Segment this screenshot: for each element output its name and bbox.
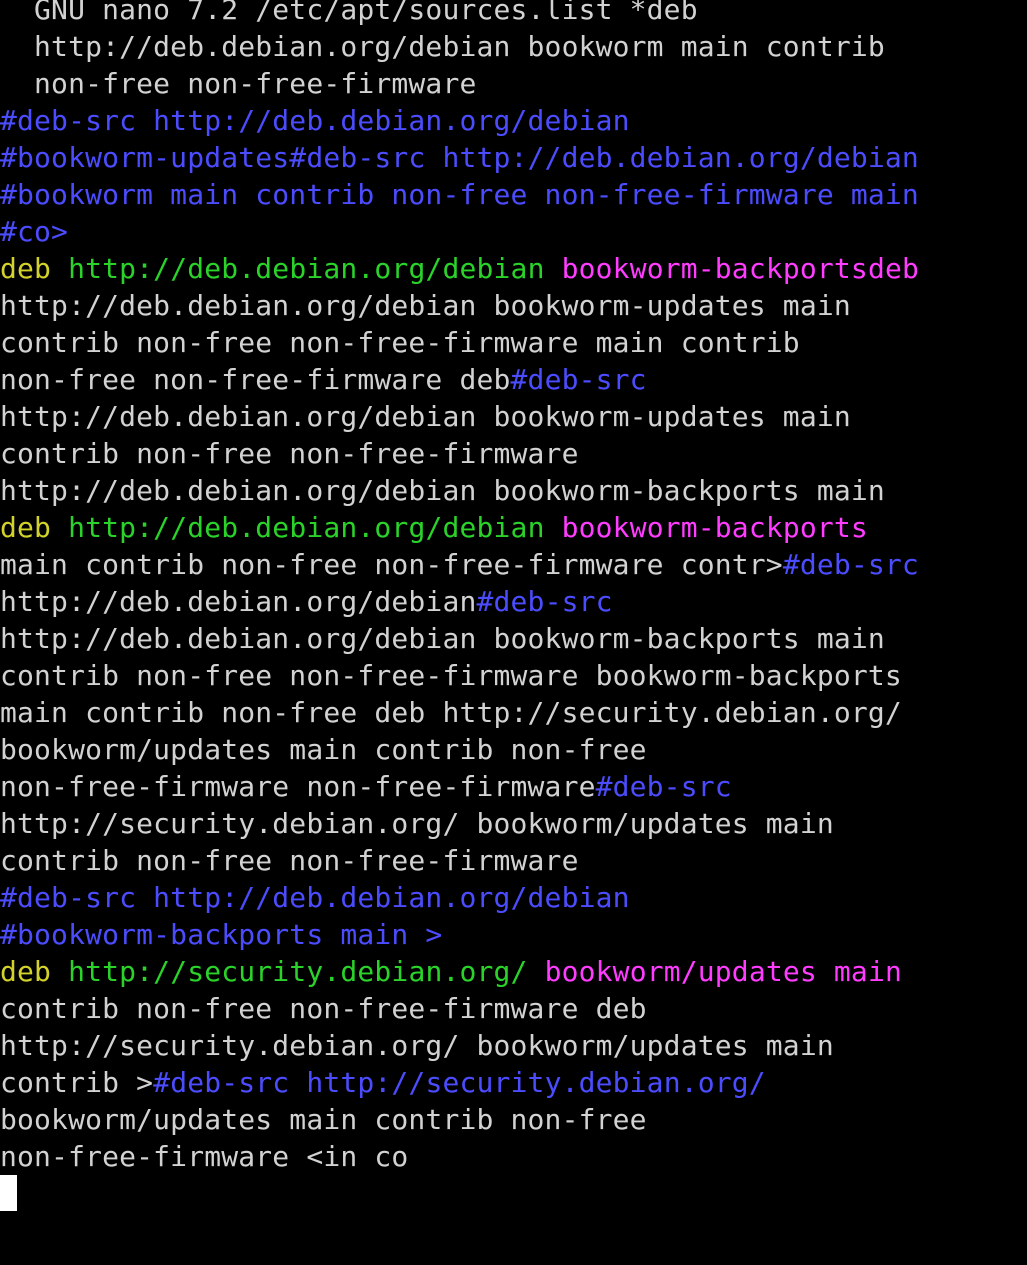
title-line[interactable]: GNU nano 7.2 /etc/apt/sources.list *deb [0, 0, 1027, 28]
line-segment-text: http://security.debian.org/ bookworm/upd… [0, 807, 834, 840]
line-segment-comment: #deb-src http://deb.debian.org/debian [0, 104, 630, 137]
editor-line[interactable]: http://deb.debian.org/debian#deb-src [0, 583, 1027, 620]
line-segment-text [51, 511, 68, 544]
line-segment-comment: #deb-src http://security.debian.org/ [153, 1066, 766, 1099]
editor-lines[interactable]: GNU nano 7.2 /etc/apt/sources.list *deb … [0, 0, 1027, 1175]
line-segment-text [51, 252, 68, 285]
line-segment-text: non-free-firmware <in co [0, 1140, 409, 1173]
line-segment-text [545, 252, 562, 285]
line-segment-comment: #bookworm-updates#deb-src http://deb.deb… [0, 141, 919, 174]
text-cursor [0, 1175, 17, 1211]
line-segment-text: non-free non-free-firmware deb [0, 363, 511, 396]
line-segment-suite: bookworm-backportsdeb [561, 252, 919, 285]
line-segment-text: bookworm/updates main contrib non-free [0, 733, 647, 766]
line-segment-suite: bookworm-backports [561, 511, 868, 544]
line-segment-comment: #deb-src [476, 585, 613, 618]
line-segment-comment: #deb-src [782, 548, 919, 581]
editor-line[interactable]: contrib >#deb-src http://security.debian… [0, 1064, 1027, 1101]
editor-line[interactable]: contrib non-free non-free-firmware [0, 435, 1027, 472]
line-segment-text: bookworm/updates main contrib non-free [0, 1103, 647, 1136]
line-segment-text [51, 955, 68, 988]
line-segment-text: GNU nano 7.2 /etc/apt/sources.list *deb [0, 0, 698, 26]
line-segment-text: main contrib non-free non-free-firmware … [0, 548, 783, 581]
editor-line[interactable]: http://deb.debian.org/debian bookworm-up… [0, 287, 1027, 324]
line-segment-comment: #bookworm main contrib non-free non-free… [0, 178, 919, 211]
line-segment-text: non-free non-free-firmware [0, 67, 477, 100]
editor-line[interactable]: #bookworm-updates#deb-src http://deb.deb… [0, 139, 1027, 176]
editor-line[interactable]: #deb-src http://deb.debian.org/debian [0, 102, 1027, 139]
line-segment-text: http://deb.debian.org/debian bookworm-up… [0, 289, 851, 322]
line-segment-keyword_deb: deb [0, 511, 52, 544]
editor-line[interactable]: contrib non-free non-free-firmware main … [0, 324, 1027, 361]
line-segment-comment: #co> [0, 215, 69, 248]
editor-line[interactable]: non-free non-free-firmware deb#deb-src [0, 361, 1027, 398]
line-segment-text: http://security.debian.org/ bookworm/upd… [0, 1029, 834, 1062]
line-segment-comment: #bookworm-backports main > [0, 918, 443, 951]
line-segment-text [545, 511, 562, 544]
line-segment-url: http://deb.debian.org/debian [68, 252, 545, 285]
editor-line[interactable]: contrib non-free non-free-firmware deb [0, 990, 1027, 1027]
line-segment-text: contrib non-free non-free-firmware main … [0, 326, 800, 359]
line-segment-text: contrib non-free non-free-firmware [0, 437, 579, 470]
editor-line[interactable]: deb http://security.debian.org/ bookworm… [0, 953, 1027, 990]
editor-line[interactable]: http://deb.debian.org/debian bookworm ma… [0, 28, 1027, 65]
editor-line[interactable]: deb http://deb.debian.org/debian bookwor… [0, 250, 1027, 287]
line-segment-text: contrib non-free non-free-firmware deb [0, 992, 647, 1025]
line-segment-url: http://security.debian.org/ [68, 955, 528, 988]
line-segment-url: http://deb.debian.org/debian [68, 511, 545, 544]
line-segment-text: http://deb.debian.org/debian bookworm-up… [0, 400, 851, 433]
line-segment-keyword_deb: deb [0, 252, 52, 285]
editor-line[interactable]: deb http://deb.debian.org/debian bookwor… [0, 509, 1027, 546]
line-segment-keyword_deb: deb [0, 955, 52, 988]
editor-line[interactable]: #co> [0, 213, 1027, 250]
line-segment-text: http://deb.debian.org/debian bookworm-ba… [0, 622, 885, 655]
line-segment-comment: #deb-src [595, 770, 732, 803]
editor-line[interactable]: http://security.debian.org/ bookworm/upd… [0, 805, 1027, 842]
editor-line[interactable]: http://deb.debian.org/debian bookworm-up… [0, 398, 1027, 435]
line-segment-text: contrib non-free non-free-firmware [0, 844, 579, 877]
editor-line[interactable]: http://security.debian.org/ bookworm/upd… [0, 1027, 1027, 1064]
editor-line[interactable]: main contrib non-free non-free-firmware … [0, 546, 1027, 583]
nano-editor-buffer[interactable]: GNU nano 7.2 /etc/apt/sources.list *deb … [0, 0, 1027, 1212]
editor-line[interactable]: #bookworm-backports main > [0, 916, 1027, 953]
editor-line[interactable]: bookworm/updates main contrib non-free [0, 1101, 1027, 1138]
editor-line[interactable]: bookworm/updates main contrib non-free [0, 731, 1027, 768]
editor-line[interactable]: contrib non-free non-free-firmware [0, 842, 1027, 879]
editor-line[interactable]: non-free-firmware non-free-firmware#deb-… [0, 768, 1027, 805]
line-segment-text: http://deb.debian.org/debian bookworm ma… [0, 30, 885, 63]
line-segment-text: main contrib non-free deb http://securit… [0, 696, 902, 729]
line-segment-text: contrib non-free non-free-firmware bookw… [0, 659, 902, 692]
cursor-line[interactable] [0, 1175, 1027, 1212]
editor-line[interactable]: non-free non-free-firmware [0, 65, 1027, 102]
editor-line[interactable]: #bookworm main contrib non-free non-free… [0, 176, 1027, 213]
line-segment-text: non-free-firmware non-free-firmware [0, 770, 596, 803]
editor-line[interactable]: non-free-firmware <in co [0, 1138, 1027, 1175]
editor-line[interactable]: http://deb.debian.org/debian bookworm-ba… [0, 620, 1027, 657]
line-segment-text: contrib > [0, 1066, 154, 1099]
line-segment-text: http://deb.debian.org/debian [0, 585, 477, 618]
line-segment-text: http://deb.debian.org/debian bookworm-ba… [0, 474, 885, 507]
editor-line[interactable]: contrib non-free non-free-firmware bookw… [0, 657, 1027, 694]
line-segment-comment: #deb-src http://deb.debian.org/debian [0, 881, 630, 914]
line-segment-text [528, 955, 545, 988]
line-segment-comment: #deb-src [510, 363, 647, 396]
editor-line[interactable]: #deb-src http://deb.debian.org/debian [0, 879, 1027, 916]
line-segment-suite: bookworm/updates main [544, 955, 902, 988]
editor-line[interactable]: http://deb.debian.org/debian bookworm-ba… [0, 472, 1027, 509]
editor-line[interactable]: main contrib non-free deb http://securit… [0, 694, 1027, 731]
